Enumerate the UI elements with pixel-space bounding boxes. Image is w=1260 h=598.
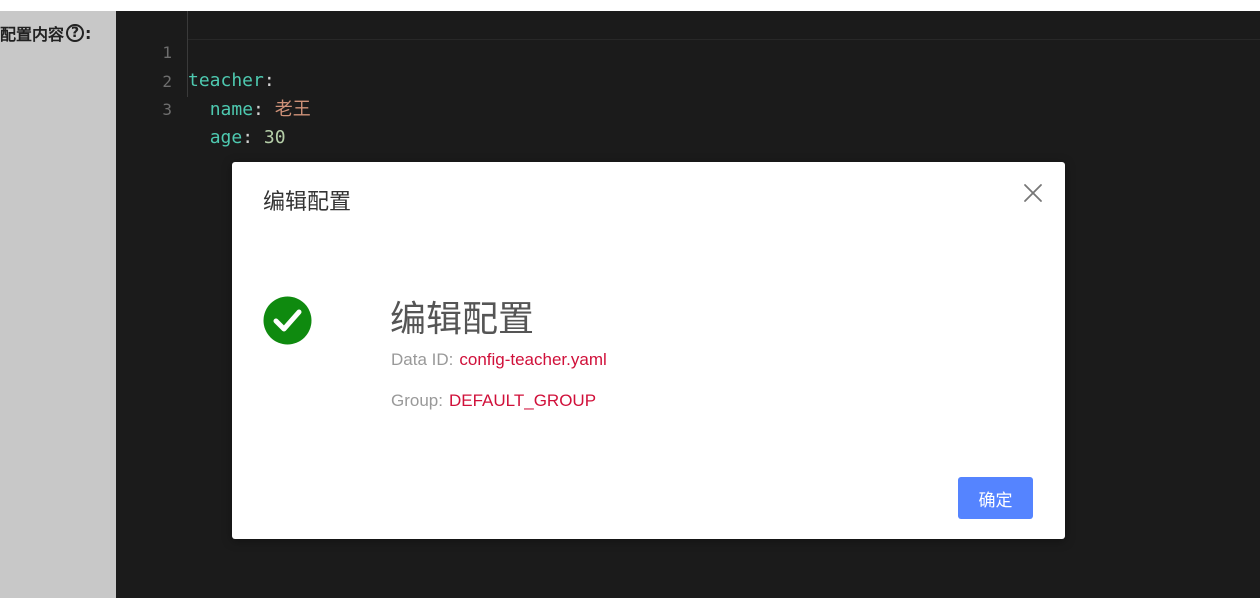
yaml-separator: : <box>253 99 275 120</box>
label-colon: : <box>85 23 92 43</box>
group-label: Group: <box>391 391 443 410</box>
yaml-indent <box>188 127 210 148</box>
yaml-key: age <box>209 127 243 148</box>
group-row: Group: DEFAULT_GROUP <box>391 391 596 411</box>
config-content-label: 配置内容 ? : <box>0 21 91 45</box>
config-content-label-text: 配置内容 <box>0 25 65 44</box>
code-line: 1 teacher: <box>116 11 274 91</box>
active-line-highlight <box>188 11 1260 40</box>
yaml-indent <box>188 99 210 120</box>
data-id-value: config-teacher.yaml <box>459 350 607 369</box>
yaml-number-value: 30 <box>263 127 286 148</box>
data-id-label: Data ID: <box>391 350 454 369</box>
result-title: 编辑配置 <box>390 298 535 339</box>
check-circle-icon <box>263 296 312 345</box>
yaml-separator: : <box>263 70 275 91</box>
yaml-key: name <box>209 99 254 120</box>
yaml-separator: : <box>242 127 264 148</box>
yaml-key: teacher <box>188 70 264 91</box>
data-id-row: Data ID: config-teacher.yaml <box>391 350 607 370</box>
help-icon[interactable]: ? <box>66 24 85 42</box>
close-icon[interactable] <box>1020 180 1046 206</box>
confirm-button[interactable]: 确定 <box>958 477 1033 519</box>
code-line: 3 age: 30 <box>116 68 285 148</box>
code-line: 2 name: 老王 <box>116 40 310 120</box>
group-value: DEFAULT_GROUP <box>448 391 597 410</box>
line-number: 3 <box>162 100 172 119</box>
top-strip <box>0 0 1260 11</box>
dialog-title: 编辑配置 <box>263 189 352 214</box>
yaml-string-value: 老王 <box>274 99 311 120</box>
edit-config-dialog: 编辑配置 编辑配置 Data ID: config-teacher.yaml Gr… <box>232 162 1065 539</box>
